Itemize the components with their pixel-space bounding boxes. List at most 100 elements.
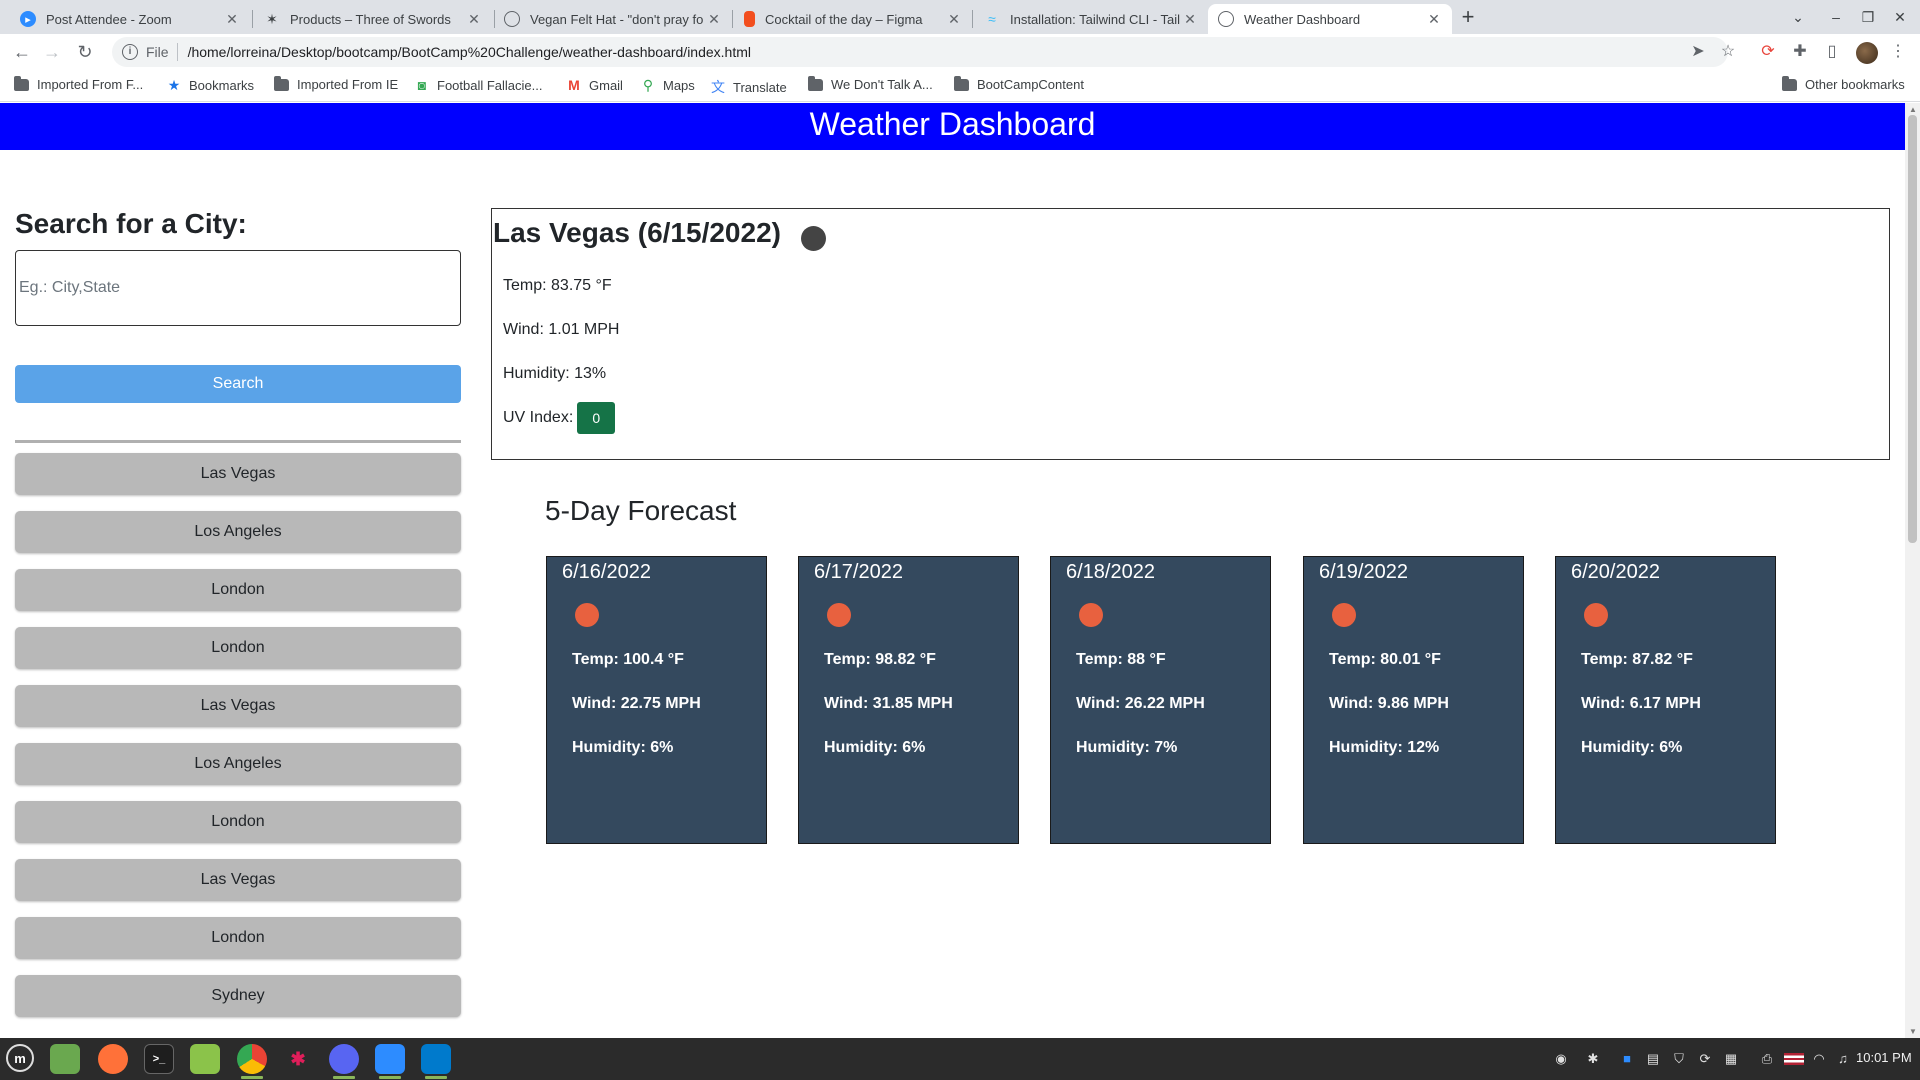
close-icon[interactable]: ✕ [1426,11,1442,28]
forecast-humidity: Humidity: 7% [1076,739,1178,756]
tab-separator [732,10,733,28]
forecast-temp: Temp: 100.4 °F [572,651,684,668]
scroll-up-icon[interactable]: ▲ [1909,105,1917,114]
info-icon[interactable]: i [122,44,138,60]
folder-icon [1782,75,1797,91]
vscode-icon[interactable] [421,1044,451,1074]
history-city-button[interactable]: Las Vegas [15,859,461,901]
bookmark-star-icon[interactable]: ☆ [1716,40,1740,64]
bookmark-label: Football Fallacie... [437,77,543,93]
forward-icon[interactable]: → [40,40,64,64]
history-city-button[interactable]: London [15,801,461,843]
minimize-icon[interactable]: – [1820,4,1852,30]
shield-icon[interactable]: ⛉ [1670,1050,1688,1068]
bookmark-imported-from-firefox[interactable]: Imported From F... [14,75,143,92]
folder-app-icon[interactable] [190,1044,220,1074]
puzzle-icon[interactable]: ✚ [1788,40,1812,64]
translate-icon: 文 [711,79,725,95]
close-window-icon[interactable]: ✕ [1884,4,1916,30]
football-icon: ◙ [417,77,427,93]
tab-search-icon[interactable]: ⌄ [1782,4,1814,30]
bookmark-label: Translate [733,79,787,95]
bookmark-bookmarks[interactable]: ★ Bookmarks [166,77,254,94]
avatar[interactable] [1856,42,1878,64]
folder-icon [954,75,969,91]
close-icon[interactable]: ✕ [466,11,482,28]
scrollbar-thumb[interactable] [1908,115,1917,543]
bookmark-label: Gmail [589,77,623,93]
history-city-button[interactable]: Los Angeles [15,743,461,785]
forecast-card: 6/19/2022 Temp: 80.01 °F Wind: 9.86 MPH … [1303,556,1524,844]
history-city-button[interactable]: London [15,569,461,611]
forecast-heading: 5-Day Forecast [545,495,737,526]
city-search-input[interactable] [15,250,461,326]
forecast-temp: Temp: 80.01 °F [1329,651,1441,668]
search-button[interactable]: Search [15,365,461,403]
music-icon[interactable]: ♫ [1834,1050,1852,1068]
bookmark-imported-from-ie[interactable]: Imported From IE [274,75,398,92]
bookmark-label: Bookmarks [189,78,255,93]
side-panel-icon[interactable]: ▯ [1820,40,1844,64]
wifi-icon[interactable] [1778,1050,1796,1068]
zoom-app-icon[interactable] [375,1044,405,1074]
clipboard-icon[interactable]: ▤ [1644,1050,1662,1068]
history-city-button[interactable]: Las Vegas [15,453,461,495]
forecast-card: 6/17/2022 Temp: 98.82 °F Wind: 31.85 MPH… [798,556,1019,844]
page-scrollbar[interactable]: ▲ ▼ [1905,103,1920,1038]
tab-weather-dashboard[interactable]: Weather Dashboard ✕ [1208,4,1452,34]
notes-icon[interactable]: ▦ [1722,1050,1740,1068]
active-app-indicator [333,1076,355,1079]
history-city-button[interactable]: Sydney [15,975,461,1017]
reload-icon[interactable]: ↻ [73,40,97,64]
discord-icon[interactable] [329,1044,359,1074]
swords-icon: ✶ [266,10,278,27]
close-icon[interactable]: ✕ [224,11,240,28]
bookmark-we-dont-talk[interactable]: We Don't Talk A... [808,75,933,92]
files-app-icon[interactable] [50,1044,80,1074]
bookmark-maps[interactable]: ⚲ Maps [640,77,695,94]
update-icon[interactable]: ⟳ [1696,1050,1714,1068]
restore-icon[interactable]: ❐ [1852,4,1884,30]
tab-figma[interactable]: Cocktail of the day – Figma ✕ [734,4,972,34]
bookmark-football-fallacies[interactable]: ◙ Football Fallacie... [414,77,543,93]
send-icon[interactable]: ➤ [1686,40,1710,64]
history-city-button[interactable]: London [15,627,461,669]
slack-icon[interactable]: ✱ [283,1044,313,1074]
history-city-button[interactable]: London [15,917,461,959]
wifi-icon[interactable]: ◠ [1810,1050,1828,1068]
tab-tailwind[interactable]: ≈ Installation: Tailwind CLI - Tail ✕ [974,4,1208,34]
url-text[interactable]: /home/lorreina/Desktop/bootcamp/BootCamp… [188,44,751,60]
menu-icon[interactable]: ⋮ [1886,40,1910,64]
tab-three-of-swords[interactable]: ✶ Products – Three of Swords ✕ [254,4,492,34]
close-icon[interactable]: ✕ [946,11,962,28]
forecast-humidity: Humidity: 6% [1581,739,1683,756]
tab-vegan-felt-hat[interactable]: Vegan Felt Hat - "don't pray fo ✕ [494,4,732,34]
address-bar[interactable]: i File /home/lorreina/Desktop/bootcamp/B… [112,37,1728,67]
weather-dashboard-page: Weather Dashboard Search for a City: Sea… [0,103,1905,1038]
close-icon[interactable]: ✕ [706,11,722,28]
chrome-icon[interactable] [237,1044,267,1074]
firefox-icon[interactable] [98,1044,128,1074]
other-bookmarks[interactable]: Other bookmarks [1782,75,1905,92]
close-icon[interactable]: ✕ [1182,11,1198,28]
tab-separator [972,10,973,28]
bookmark-gmail[interactable]: M Gmail [566,77,623,93]
weather-icon [801,226,826,251]
mint-menu-icon[interactable]: m [6,1044,34,1072]
bookmark-bootcampcontent[interactable]: BootCampContent [954,75,1084,92]
slack-tray-icon[interactable]: ✱ [1584,1050,1602,1068]
zoom-tray-icon[interactable]: ■ [1618,1050,1636,1068]
back-icon[interactable]: ← [10,40,34,64]
history-city-button[interactable]: Las Vegas [15,685,461,727]
history-city-button[interactable]: Los Angeles [15,511,461,553]
forecast-humidity: Humidity: 6% [572,739,674,756]
tab-zoom[interactable]: ▸ Post Attendee - Zoom ✕ [10,4,250,34]
discord-tray-icon[interactable]: ◉ [1552,1050,1570,1068]
extension-icon[interactable]: ⟳ [1756,40,1780,64]
terminal-icon[interactable]: >_ [144,1044,174,1074]
new-tab-button[interactable]: + [1454,4,1482,32]
bookmark-translate[interactable]: 文 Translate [710,77,787,97]
scroll-down-icon[interactable]: ▼ [1909,1027,1917,1036]
printer-icon[interactable]: ⎙ [1758,1050,1776,1068]
tab-separator [252,10,253,28]
